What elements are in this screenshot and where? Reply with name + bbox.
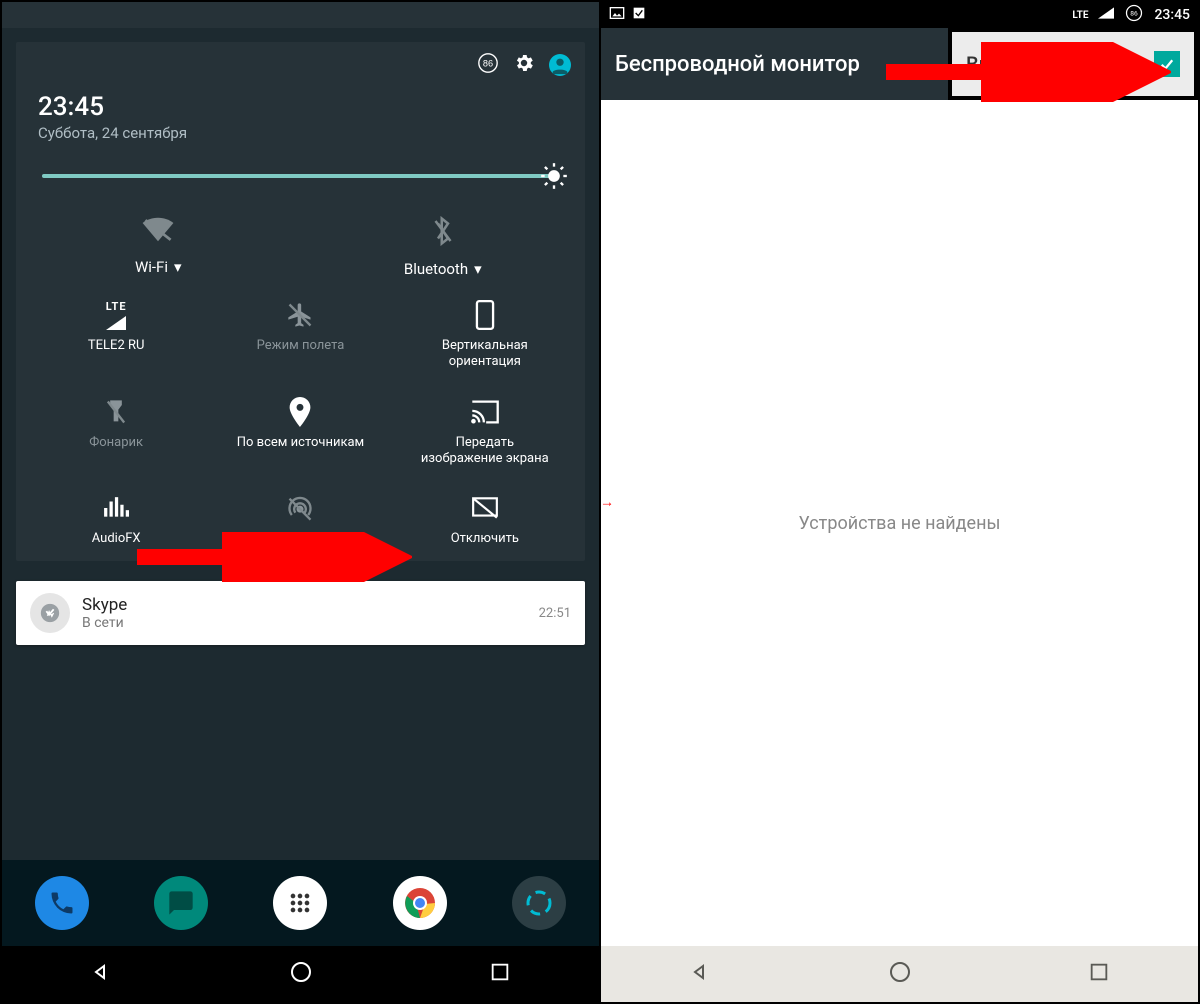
notification-subtitle: В сети [82, 615, 127, 631]
phone-left: 86 23:45 Суббота, 24 сентября Wi-Fi ▾ [2, 2, 601, 1002]
check-icon [631, 5, 647, 25]
brightness-icon[interactable] [539, 161, 569, 191]
cast-label-1: Передать [456, 435, 515, 450]
battery-badge-icon: 86 [1124, 3, 1144, 27]
bluetooth-label: Bluetooth [404, 260, 468, 278]
qs-tile-wifi[interactable]: Wi-Fi ▾ [16, 208, 301, 296]
gear-icon[interactable] [513, 52, 535, 78]
cast-label-2: изображение экрана [421, 451, 549, 466]
phone-right: LTE 86 23:45 Беспроводной монитор Включи… [601, 2, 1198, 1002]
app-messages[interactable] [154, 876, 208, 930]
wireless-display-body: Устройства не найдены [601, 100, 1198, 946]
notification-skype[interactable]: Skype В сети 22:51 [16, 581, 585, 645]
qs-tile-airplane[interactable]: Режим полета [208, 300, 392, 371]
enable-label: Включить [966, 52, 1061, 76]
svg-text:86: 86 [1131, 10, 1139, 18]
nav-recent[interactable] [489, 961, 511, 987]
nav-home[interactable] [289, 960, 313, 988]
wifi-label: Wi-Fi [135, 258, 168, 276]
app-chrome[interactable] [393, 876, 447, 930]
audiofx-label: AudioFX [92, 531, 141, 547]
portrait-icon [475, 300, 495, 330]
status-time: 23:45 [1154, 7, 1190, 23]
flashlight-icon [106, 398, 126, 426]
signal-icon [1098, 6, 1114, 24]
qs-time-block: 23:45 Суббота, 24 сентября [16, 78, 585, 160]
nav-home[interactable] [888, 960, 912, 988]
dock [2, 860, 599, 946]
qs-tile-hotspot[interactable]: Точка доступа [208, 493, 392, 547]
app-bar-title: Беспроводной монитор [615, 52, 860, 77]
app-drawer[interactable] [273, 876, 327, 930]
cast-icon [470, 399, 500, 425]
svg-text:86: 86 [483, 59, 493, 69]
avatar-icon[interactable] [549, 54, 571, 76]
cellular-label: TELE2 RU [88, 338, 145, 354]
nav-recent[interactable] [1088, 961, 1110, 987]
qs-tile-bluetooth[interactable]: Bluetooth ▾ [301, 208, 586, 296]
notification-time: 22:51 [539, 606, 571, 621]
nav-back[interactable] [90, 960, 114, 988]
chevron-down-icon: ▾ [474, 260, 482, 278]
equalizer-icon [103, 497, 129, 519]
empty-message: Устройства не найдены [799, 513, 1001, 534]
rotation-label-2: ориентация [449, 354, 521, 369]
app-bar: Беспроводной монитор Включить [601, 28, 1198, 100]
battery-badge-icon: 86 [477, 52, 499, 78]
nav-bar [601, 946, 1198, 1002]
qs-tile-flashlight[interactable]: Фонарик [24, 397, 208, 468]
screen-off-icon [471, 495, 499, 521]
qs-tile-disable[interactable]: Отключить [393, 493, 577, 547]
rotation-label-1: Вертикальная [442, 338, 528, 353]
qs-tile-cast[interactable]: Передатьизображение экрана [393, 397, 577, 468]
checkbox-checked-icon[interactable] [1154, 51, 1180, 77]
qs-tile-location[interactable]: По всем источникам [208, 397, 392, 468]
disable-label: Отключить [451, 531, 519, 547]
location-icon [289, 397, 311, 427]
quick-settings-panel: 86 23:45 Суббота, 24 сентября Wi-Fi ▾ [16, 42, 585, 561]
image-icon [609, 5, 625, 25]
lte-label: LTE [106, 300, 127, 314]
chevron-down-icon: ▾ [174, 258, 182, 276]
airplane-label: Режим полета [257, 338, 345, 354]
status-bar [2, 2, 599, 28]
qs-date: Суббота, 24 сентября [38, 124, 563, 142]
qs-tile-rotation[interactable]: Вертикальнаяориентация [393, 300, 577, 371]
status-bar: LTE 86 23:45 [601, 2, 1198, 28]
nav-bar [2, 946, 599, 1002]
lte-label: LTE [1072, 10, 1088, 21]
enable-toggle[interactable]: Включить [948, 28, 1198, 100]
qs-header-icons: 86 [16, 42, 585, 78]
hotspot-label: Точка доступа [256, 531, 344, 547]
nav-back[interactable] [689, 960, 713, 988]
app-phone[interactable] [35, 876, 89, 930]
flashlight-label: Фонарик [89, 435, 143, 451]
hotspot-icon [286, 495, 314, 521]
brightness-slider[interactable] [42, 174, 559, 178]
airplane-icon [286, 301, 314, 329]
qs-time: 23:45 [38, 92, 563, 122]
signal-icon [106, 316, 126, 330]
qs-tile-cellular[interactable]: LTE TELE2 RU [24, 300, 208, 371]
skype-icon [30, 593, 70, 633]
notification-title: Skype [82, 595, 127, 615]
location-label: По всем источникам [237, 435, 364, 451]
qs-tile-audiofx[interactable]: AudioFX [24, 493, 208, 547]
app-camera[interactable] [512, 876, 566, 930]
